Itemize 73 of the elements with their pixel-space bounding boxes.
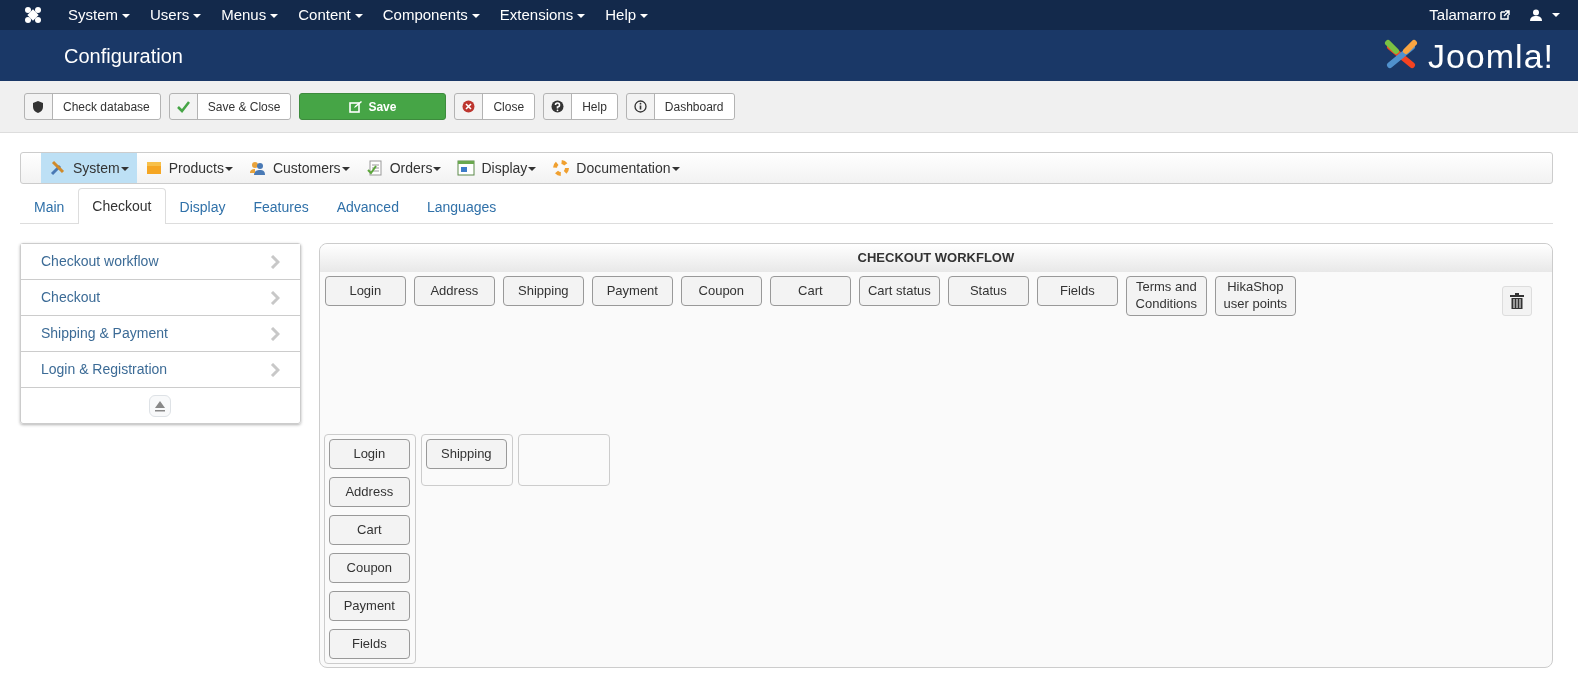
tab[interactable]: Display (165, 189, 240, 224)
sidebar-item[interactable]: Checkout workflow (21, 244, 300, 280)
step-block[interactable]: Shipping (425, 439, 507, 469)
chevron-right-icon (269, 254, 280, 269)
toolbar-button[interactable]: Save & Close (168, 93, 292, 120)
help-icon (551, 100, 565, 113)
menu-item[interactable]: Extensions (489, 3, 596, 27)
tab[interactable]: Advanced (322, 189, 413, 224)
delete-button[interactable] (1502, 286, 1532, 316)
menu-item[interactable]: Users (140, 3, 212, 27)
page-title: Configuration (63, 43, 183, 68)
sidebar-item[interactable]: Shipping & Payment (21, 316, 300, 352)
submenu-item[interactable]: Orders (357, 153, 450, 183)
step-block[interactable]: Coupon (680, 276, 762, 306)
tab[interactable]: Main (20, 189, 79, 224)
shield-icon (32, 100, 45, 113)
step-block[interactable]: Cart (769, 276, 851, 306)
toolbar-button[interactable]: Check database (24, 93, 161, 120)
step-block[interactable]: Cart (328, 515, 410, 545)
checkmark-icon (176, 100, 190, 113)
joomla-logo-icon (24, 6, 42, 24)
tab[interactable]: Checkout (78, 188, 166, 224)
step-block[interactable]: Payment (591, 276, 673, 306)
close-icon (462, 100, 476, 113)
logo-wordmark: Joomla! (1427, 38, 1554, 73)
step-block[interactable]: Login (328, 439, 410, 469)
user-icon (1530, 9, 1542, 21)
step-block[interactable]: Status (947, 276, 1029, 306)
step-block[interactable]: Terms and Conditions (1125, 276, 1207, 316)
trash-icon (1510, 293, 1524, 309)
menu-item[interactable]: Components (372, 3, 490, 27)
step-block[interactable]: Address (413, 276, 495, 306)
step-block[interactable]: Address (328, 477, 410, 507)
menu-item[interactable]: Menus (211, 3, 289, 27)
step-block[interactable]: Cart status (858, 276, 940, 306)
panel-title: CHECKOUT WORKFLOW (319, 244, 1552, 272)
box-icon (144, 159, 163, 177)
toolbar-button[interactable]: Dashboard (625, 93, 735, 120)
user-link[interactable]: Talamarro (1419, 3, 1520, 27)
sidebar-item[interactable]: Checkout (21, 280, 300, 316)
step-block[interactable]: Coupon (328, 553, 410, 583)
document-icon (365, 159, 384, 177)
submenu-item[interactable]: System (41, 153, 137, 183)
menu-item[interactable]: Content (288, 3, 373, 27)
chevron-right-icon (269, 362, 280, 377)
submenu-item[interactable]: Products (136, 153, 241, 183)
external-link-icon (1500, 10, 1510, 20)
lifebuoy-icon (552, 159, 571, 177)
edit-icon (349, 100, 363, 113)
collapse-button[interactable] (149, 394, 172, 417)
step-block[interactable]: Shipping (502, 276, 584, 306)
submenu-item[interactable]: Documentation (544, 153, 688, 183)
toolbar-button[interactable]: Close (454, 93, 536, 120)
step-block[interactable]: Fields (328, 629, 410, 659)
step-block[interactable]: Fields (1036, 276, 1118, 306)
step-block[interactable]: Login (324, 276, 406, 306)
chevron-right-icon (269, 290, 280, 305)
step-block[interactable]: Payment (328, 591, 410, 621)
toolbar-button[interactable]: Help (543, 93, 618, 120)
eject-icon (154, 399, 167, 412)
step-block[interactable]: HikaShop user points (1214, 276, 1296, 316)
people-icon (248, 159, 267, 177)
window-icon (457, 159, 476, 177)
submenu-item[interactable]: Customers (240, 153, 358, 183)
tab[interactable]: Languages (412, 189, 511, 224)
sidebar-item[interactable]: Login & Registration (21, 352, 300, 388)
info-icon (633, 100, 647, 113)
chevron-right-icon (269, 326, 280, 341)
tab[interactable]: Features (239, 189, 323, 224)
menu-item[interactable]: Help (595, 3, 659, 27)
submenu-item[interactable]: Display (449, 153, 545, 183)
menu-item[interactable]: System (58, 3, 140, 27)
tools-icon (49, 159, 67, 177)
